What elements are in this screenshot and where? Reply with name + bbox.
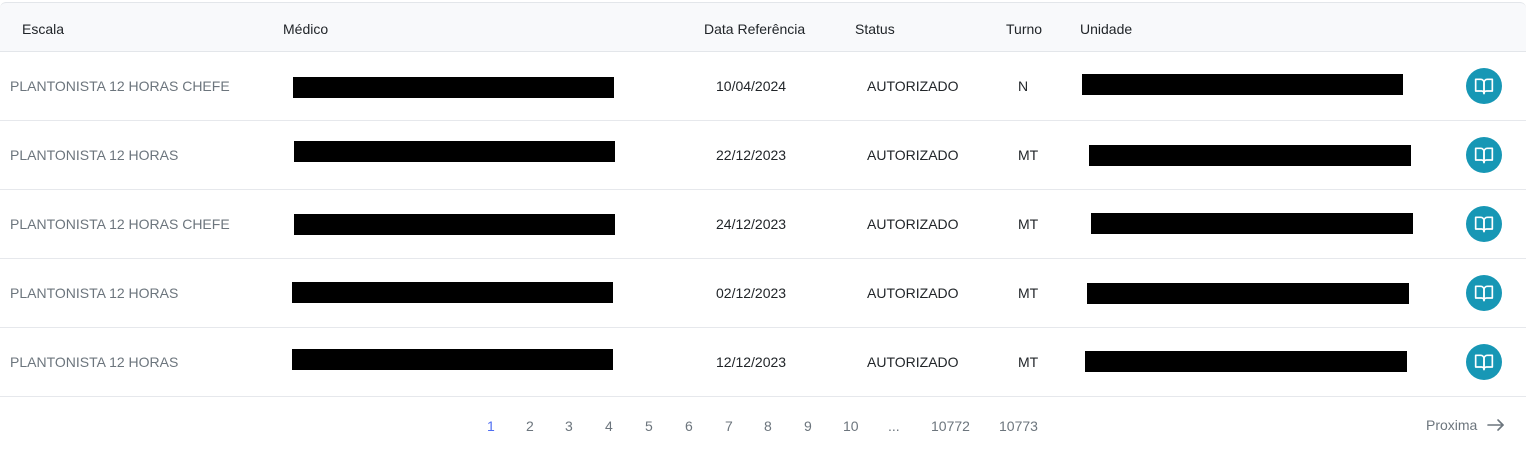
table-row: PLANTONISTA 12 HORAS 02/12/2023 AUTORIZA… xyxy=(0,259,1526,328)
page-link[interactable]: 10773 xyxy=(999,418,1038,434)
column-header-status[interactable]: Status xyxy=(855,21,895,37)
redacted-unidade xyxy=(1091,213,1413,234)
page-link[interactable]: 2 xyxy=(526,418,534,434)
status-cell: AUTORIZADO xyxy=(867,285,959,301)
turno-cell: MT xyxy=(1018,147,1039,163)
page-link-current[interactable]: 1 xyxy=(487,418,495,434)
view-details-button[interactable] xyxy=(1466,206,1502,242)
column-header-medico[interactable]: Médico xyxy=(283,21,328,37)
status-cell: AUTORIZADO xyxy=(867,216,959,232)
redacted-unidade xyxy=(1087,283,1409,304)
escala-cell: PLANTONISTA 12 HORAS CHEFE xyxy=(10,216,230,232)
column-header-turno[interactable]: Turno xyxy=(1006,21,1042,37)
turno-cell: MT xyxy=(1018,216,1039,232)
column-header-data-referencia[interactable]: Data Referência xyxy=(704,21,805,37)
next-page-label: Proxima xyxy=(1426,417,1478,433)
escala-cell: PLANTONISTA 12 HORAS CHEFE xyxy=(10,78,230,94)
column-header-escala[interactable]: Escala xyxy=(22,21,64,37)
next-page-button[interactable]: Proxima xyxy=(1426,417,1505,433)
view-details-button[interactable] xyxy=(1466,137,1502,173)
redacted-medico xyxy=(292,282,613,303)
status-cell: AUTORIZADO xyxy=(867,354,959,370)
redacted-medico xyxy=(294,141,615,162)
arrow-right-icon xyxy=(1487,419,1505,431)
page-link[interactable]: 10772 xyxy=(931,418,970,434)
redacted-medico xyxy=(293,77,614,98)
page-link[interactable]: 7 xyxy=(725,418,733,434)
pagination: 1 2 3 4 5 6 7 8 9 10 ... 10772 10773 Pro… xyxy=(0,397,1526,449)
table-row: PLANTONISTA 12 HORAS 12/12/2023 AUTORIZA… xyxy=(0,328,1526,397)
data-referencia-cell: 22/12/2023 xyxy=(716,147,787,163)
redacted-medico xyxy=(294,214,615,235)
table-row: PLANTONISTA 12 HORAS CHEFE 10/04/2024 AU… xyxy=(0,52,1526,121)
table-row: PLANTONISTA 12 HORAS CHEFE 24/12/2023 AU… xyxy=(0,190,1526,259)
redacted-medico xyxy=(292,349,613,370)
column-header-unidade[interactable]: Unidade xyxy=(1080,21,1132,37)
escala-cell: PLANTONISTA 12 HORAS xyxy=(10,354,179,370)
turno-cell: MT xyxy=(1018,354,1039,370)
status-cell: AUTORIZADO xyxy=(867,147,959,163)
turno-cell: MT xyxy=(1018,285,1039,301)
page-link[interactable]: 5 xyxy=(645,418,653,434)
page-link[interactable]: 8 xyxy=(764,418,772,434)
status-cell: AUTORIZADO xyxy=(867,78,959,94)
schedule-table: Escala Médico Data Referência Status Tur… xyxy=(0,0,1526,449)
redacted-unidade xyxy=(1085,351,1407,372)
view-details-button[interactable] xyxy=(1466,344,1502,380)
view-details-button[interactable] xyxy=(1466,68,1502,104)
page-link[interactable]: 4 xyxy=(605,418,613,434)
book-open-icon xyxy=(1474,285,1494,302)
data-referencia-cell: 24/12/2023 xyxy=(716,216,787,232)
book-open-icon xyxy=(1474,354,1494,371)
book-open-icon xyxy=(1474,147,1494,164)
redacted-unidade xyxy=(1082,74,1403,95)
data-referencia-cell: 02/12/2023 xyxy=(716,285,787,301)
data-referencia-cell: 12/12/2023 xyxy=(716,354,787,370)
page-link[interactable]: 6 xyxy=(685,418,693,434)
view-details-button[interactable] xyxy=(1466,275,1502,311)
page-link[interactable]: 3 xyxy=(565,418,573,434)
page-ellipsis: ... xyxy=(888,418,900,434)
escala-cell: PLANTONISTA 12 HORAS xyxy=(10,147,179,163)
escala-cell: PLANTONISTA 12 HORAS xyxy=(10,285,179,301)
data-referencia-cell: 10/04/2024 xyxy=(716,78,787,94)
page-link[interactable]: 9 xyxy=(804,418,812,434)
page-link[interactable]: 10 xyxy=(843,418,859,434)
book-open-icon xyxy=(1474,78,1494,95)
table-row: PLANTONISTA 12 HORAS 22/12/2023 AUTORIZA… xyxy=(0,121,1526,190)
table-header: Escala Médico Data Referência Status Tur… xyxy=(0,2,1526,52)
book-open-icon xyxy=(1474,216,1494,233)
redacted-unidade xyxy=(1089,145,1411,166)
turno-cell: N xyxy=(1018,78,1029,94)
